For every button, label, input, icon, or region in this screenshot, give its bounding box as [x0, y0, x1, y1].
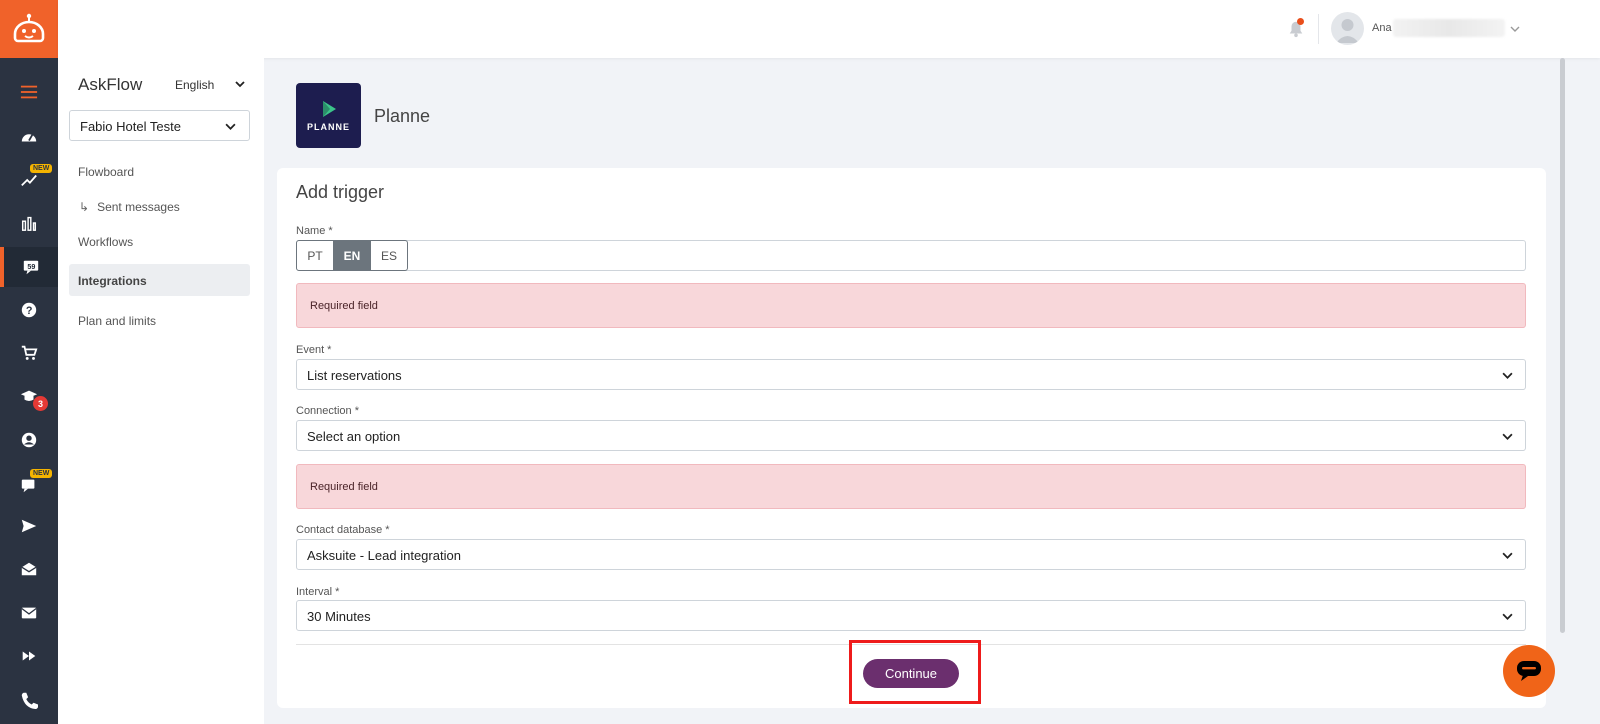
chevron-down-icon	[225, 123, 236, 130]
chat-bubble-icon	[1517, 661, 1541, 681]
avatar[interactable]	[1331, 12, 1364, 45]
user-name-redacted	[1393, 19, 1505, 37]
contact-database-value: Asksuite - Lead integration	[307, 548, 461, 563]
icon-rail: NEW 59 ? 3 NEW	[0, 0, 58, 724]
tab-es[interactable]: ES	[370, 240, 408, 271]
hamburger-icon	[20, 85, 38, 99]
chat-ticket-icon: 59	[23, 260, 39, 275]
robot-logo-icon	[13, 13, 45, 43]
contact-database-label: Contact database *	[296, 524, 390, 536]
fast-forward-icon	[22, 651, 36, 661]
rail-help[interactable]: ?	[0, 290, 58, 330]
app-title: AskFlow	[78, 75, 143, 94]
sidebar-item-flowboard[interactable]: Flowboard	[78, 165, 134, 179]
scrollbar[interactable]	[1560, 58, 1565, 633]
cart-icon	[21, 345, 38, 360]
topbar-divider	[1318, 14, 1319, 44]
name-label: Name *	[296, 225, 333, 237]
send-icon	[21, 519, 37, 533]
help-icon: ?	[21, 302, 37, 318]
event-select-value: List reservations	[307, 368, 402, 383]
sidebar-item-integrations[interactable]: Integrations	[78, 274, 147, 288]
chevron-down-icon	[1502, 433, 1513, 440]
sidebar-item-workflows[interactable]: Workflows	[78, 235, 133, 249]
sub-item-arrow-icon: ↳	[79, 200, 90, 214]
rail-academy[interactable]: 3	[0, 376, 58, 416]
name-input[interactable]	[296, 240, 1526, 271]
contact-database-select[interactable]: Asksuite - Lead integration	[296, 539, 1526, 570]
rail-integrations[interactable]: 59	[0, 247, 58, 287]
hotel-select[interactable]: Fabio Hotel Teste	[69, 110, 250, 141]
svg-text:?: ?	[26, 305, 33, 317]
user-avatar-icon	[1336, 19, 1359, 43]
language-selector[interactable]: English	[175, 78, 214, 92]
rail-dashboard[interactable]	[0, 117, 58, 157]
top-bar	[58, 0, 1600, 58]
sidebar-item-plan-limits[interactable]: Plan and limits	[78, 314, 156, 328]
rail-campaigns[interactable]	[0, 549, 58, 589]
dashboard-gauge-icon	[21, 133, 37, 142]
event-select[interactable]: List reservations	[296, 359, 1526, 390]
highlight-box	[849, 640, 981, 704]
form-title: Add trigger	[296, 182, 385, 202]
integration-title: Planne	[374, 106, 431, 126]
user-circle-icon	[21, 432, 37, 448]
rail-shop[interactable]	[0, 333, 58, 373]
svg-text:59: 59	[27, 262, 35, 271]
rail-automations[interactable]	[0, 636, 58, 676]
connection-label: Connection *	[296, 405, 359, 417]
mail-icon	[21, 607, 37, 619]
rail-email[interactable]	[0, 593, 58, 633]
secondary-sidebar: AskFlow English Fabio Hotel Teste Flowbo…	[58, 58, 264, 724]
new-badge: NEW	[30, 164, 53, 173]
interval-label: Interval *	[296, 586, 340, 598]
interval-select-value: 30 Minutes	[307, 609, 371, 624]
tab-pt[interactable]: PT	[296, 240, 334, 271]
trend-chart-icon	[21, 174, 37, 187]
connection-required-alert: Required field	[296, 464, 1526, 509]
name-required-alert: Required field	[296, 283, 1526, 328]
rail-chat[interactable]: NEW	[0, 465, 58, 505]
chevron-down-icon	[1502, 372, 1513, 379]
user-name[interactable]: Ana	[1372, 22, 1392, 34]
interval-select[interactable]: 30 Minutes	[296, 600, 1526, 631]
chevron-down-icon	[1502, 552, 1513, 559]
notification-count-badge: 3	[33, 396, 48, 411]
connection-select-value: Select an option	[307, 429, 401, 444]
play-logo-icon	[322, 100, 336, 117]
planne-logo-text: PLANNE	[306, 121, 350, 132]
sidebar-item-sent-messages[interactable]: ↳ Sent messages	[79, 200, 180, 214]
connection-select[interactable]: Select an option	[296, 420, 1526, 451]
notification-dot	[1297, 18, 1304, 25]
chevron-down-icon[interactable]	[1510, 24, 1520, 34]
chevron-down-icon[interactable]	[235, 79, 245, 89]
sidebar-item-label: Sent messages	[97, 200, 180, 214]
asksuite-logo-icon[interactable]	[0, 0, 58, 58]
menu-toggle-button[interactable]	[0, 72, 58, 112]
bar-chart-icon	[21, 216, 37, 231]
hotel-select-value: Fabio Hotel Teste	[80, 119, 181, 134]
rail-send[interactable]	[0, 506, 58, 546]
rail-phone[interactable]	[0, 680, 58, 720]
rail-reports[interactable]	[0, 203, 58, 243]
rail-analytics[interactable]: NEW	[0, 160, 58, 200]
chevron-down-icon	[1502, 613, 1513, 620]
chat-bubble-icon	[21, 479, 35, 493]
planne-logo: PLANNE	[296, 83, 361, 148]
chat-widget-button[interactable]	[1503, 645, 1555, 697]
event-label: Event *	[296, 344, 332, 356]
phone-icon	[21, 692, 38, 709]
rail-contacts[interactable]	[0, 420, 58, 460]
mail-open-icon	[21, 562, 37, 576]
tab-en[interactable]: EN	[333, 240, 371, 271]
new-badge: NEW	[30, 469, 53, 478]
